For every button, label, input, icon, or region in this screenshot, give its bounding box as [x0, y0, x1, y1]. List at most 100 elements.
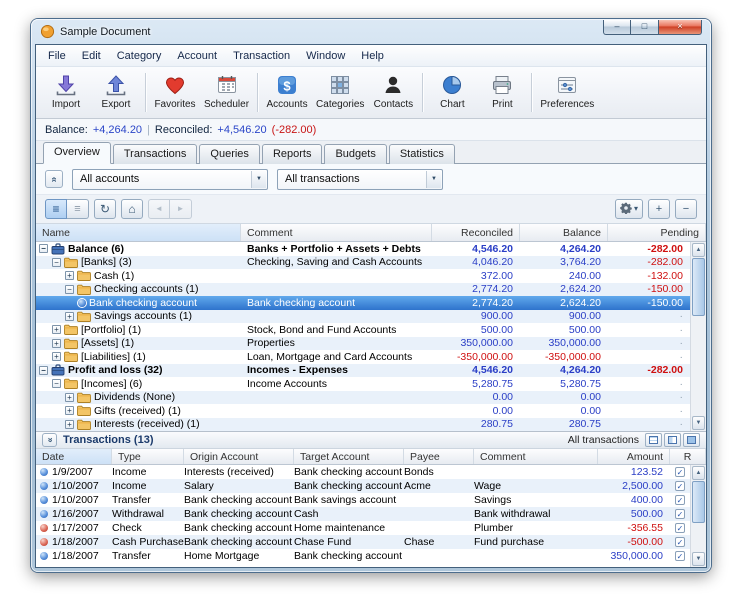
collapse-icon[interactable]: − — [52, 379, 61, 388]
menu-item-window[interactable]: Window — [298, 47, 353, 65]
tab-queries[interactable]: Queries — [199, 144, 260, 164]
transactions-column-comment[interactable]: Comment — [474, 449, 598, 464]
menu-item-file[interactable]: File — [40, 47, 74, 65]
titlebar[interactable]: Sample Document – □ × — [31, 19, 711, 44]
close-button[interactable]: × — [659, 20, 702, 35]
tree-column-balance[interactable]: Balance — [520, 224, 608, 241]
tree-row[interactable]: +Savings accounts (1)900.00900.00· — [36, 310, 706, 324]
tree-row[interactable]: −[Incomes] (6)Income Accounts5,280.755,2… — [36, 377, 706, 391]
reconciled-checkbox[interactable]: ✓ — [675, 481, 685, 491]
tab-transactions[interactable]: Transactions — [113, 144, 198, 164]
expand-icon[interactable]: + — [65, 406, 74, 415]
tree-row[interactable]: +Gifts (received) (1)0.000.00· — [36, 404, 706, 418]
remove-button[interactable]: − — [675, 199, 697, 219]
transaction-row[interactable]: 1/9/2007IncomeInterests (received)Bank c… — [36, 465, 706, 479]
reconciled-checkbox[interactable]: ✓ — [675, 537, 685, 547]
tree-row[interactable]: +Dividends (None)0.000.00· — [36, 391, 706, 405]
accounts-filter-select[interactable]: All accounts ▼ — [72, 169, 268, 190]
list-view-button[interactable]: ≡ — [45, 199, 67, 219]
accounts-button[interactable]: $Accounts — [262, 71, 312, 111]
tree-row[interactable]: −Profit and loss (32)Incomes - Expenses4… — [36, 364, 706, 378]
minimize-button[interactable]: – — [603, 20, 631, 35]
transactions-filter-select[interactable]: All transactions ▼ — [277, 169, 443, 190]
expand-icon[interactable]: + — [65, 420, 74, 429]
menu-item-account[interactable]: Account — [169, 47, 225, 65]
reconciled-checkbox[interactable]: ✓ — [675, 467, 685, 477]
transactions-column-type[interactable]: Type — [112, 449, 184, 464]
import-button[interactable]: Import — [41, 71, 91, 111]
scroll-down-button[interactable]: ▼ — [692, 416, 705, 430]
home-button[interactable]: ⌂ — [121, 199, 143, 219]
transactions-view-button-1[interactable] — [645, 433, 662, 447]
print-button[interactable]: Print — [477, 71, 527, 111]
back-button[interactable]: ◄ — [148, 199, 170, 219]
settings-menu-button[interactable]: ▾ — [615, 199, 643, 219]
tree-row[interactable]: +Interests (received) (1)280.75280.75· — [36, 418, 706, 432]
transaction-row[interactable]: 1/17/2007CheckBank checking accountHome … — [36, 521, 706, 535]
transaction-row[interactable]: 1/10/2007IncomeSalaryBank checking accou… — [36, 479, 706, 493]
tree-row[interactable]: −[Banks] (3)Checking, Saving and Cash Ac… — [36, 256, 706, 270]
transaction-row[interactable]: 1/18/2007Cash PurchaseBank checking acco… — [36, 535, 706, 549]
collapse-transactions-button[interactable]: « — [42, 433, 57, 447]
collapse-icon[interactable]: − — [39, 244, 48, 253]
transaction-row[interactable]: 1/10/2007TransferBank checking accountBa… — [36, 493, 706, 507]
scrollbar-track[interactable] — [691, 523, 706, 551]
scrollbar-thumb[interactable] — [692, 258, 705, 316]
contacts-button[interactable]: Contacts — [368, 71, 418, 111]
collapse-icon[interactable]: − — [39, 366, 48, 375]
transaction-row[interactable]: 1/18/2007TransferHome MortgageBank check… — [36, 549, 706, 563]
reconciled-checkbox[interactable]: ✓ — [675, 495, 685, 505]
forward-button[interactable]: ► — [170, 199, 192, 219]
tree-row[interactable]: +[Assets] (1)Properties350,000.00350,000… — [36, 337, 706, 351]
tree-column-comment[interactable]: Comment — [241, 224, 432, 241]
scrollbar-thumb[interactable] — [692, 481, 705, 523]
scroll-down-button[interactable]: ▼ — [692, 552, 705, 566]
preferences-button[interactable]: Preferences — [536, 71, 598, 111]
tree-column-name[interactable]: Name — [36, 224, 241, 241]
menu-item-category[interactable]: Category — [109, 47, 170, 65]
menu-item-help[interactable]: Help — [353, 47, 392, 65]
expand-icon[interactable]: + — [52, 339, 61, 348]
transactions-view-button-2[interactable] — [664, 433, 681, 447]
scroll-up-button[interactable]: ▲ — [692, 243, 705, 257]
tree-row[interactable]: +[Liabilities] (1)Loan, Mortgage and Car… — [36, 350, 706, 364]
tree-row[interactable]: +Cash (1)372.00240.00-132.00 — [36, 269, 706, 283]
transactions-column-date[interactable]: Date — [36, 449, 112, 464]
transaction-row[interactable]: 1/16/2007WithdrawalBank checking account… — [36, 507, 706, 521]
reconciled-checkbox[interactable]: ✓ — [675, 551, 685, 561]
scheduler-button[interactable]: Scheduler — [200, 71, 253, 111]
tree-row[interactable]: +[Portfolio] (1)Stock, Bond and Fund Acc… — [36, 323, 706, 337]
tree-row[interactable]: −Balance (6)Banks + Portfolio + Assets +… — [36, 242, 706, 256]
transactions-column-target-account[interactable]: Target Account — [294, 449, 404, 464]
tree-row[interactable]: Bank checking accountBank checking accou… — [36, 296, 706, 310]
scroll-up-button[interactable]: ▲ — [692, 466, 705, 480]
details-view-button[interactable]: ≡ — [67, 199, 89, 219]
tab-reports[interactable]: Reports — [262, 144, 323, 164]
reconciled-checkbox[interactable]: ✓ — [675, 509, 685, 519]
scrollbar-track[interactable] — [691, 316, 706, 415]
reconciled-checkbox[interactable]: ✓ — [675, 523, 685, 533]
transactions-scrollbar[interactable]: ▲ ▼ — [690, 465, 706, 567]
transactions-column-payee[interactable]: Payee — [404, 449, 474, 464]
tree-scrollbar[interactable]: ▲ ▼ — [690, 242, 706, 431]
add-button[interactable]: + — [648, 199, 670, 219]
collapse-icon[interactable]: − — [52, 258, 61, 267]
transactions-column-origin-account[interactable]: Origin Account — [184, 449, 294, 464]
chart-button[interactable]: Chart — [427, 71, 477, 111]
expand-icon[interactable]: + — [65, 271, 74, 280]
menu-item-transaction[interactable]: Transaction — [225, 47, 298, 65]
export-button[interactable]: Export — [91, 71, 141, 111]
collapse-icon[interactable]: − — [65, 285, 74, 294]
menu-item-edit[interactable]: Edit — [74, 47, 109, 65]
transactions-column-amount[interactable]: Amount — [598, 449, 670, 464]
tab-statistics[interactable]: Statistics — [389, 144, 455, 164]
collapse-filters-button[interactable]: « — [45, 170, 63, 188]
tree-column-reconciled[interactable]: Reconciled — [432, 224, 520, 241]
tree-row[interactable]: −Checking accounts (1)2,774.202,624.20-1… — [36, 283, 706, 297]
expand-icon[interactable]: + — [65, 312, 74, 321]
tab-overview[interactable]: Overview — [43, 142, 111, 164]
refresh-button[interactable]: ↻ — [94, 199, 116, 219]
favorites-button[interactable]: Favorites — [150, 71, 200, 111]
categories-button[interactable]: Categories — [312, 71, 368, 111]
tab-budgets[interactable]: Budgets — [324, 144, 386, 164]
